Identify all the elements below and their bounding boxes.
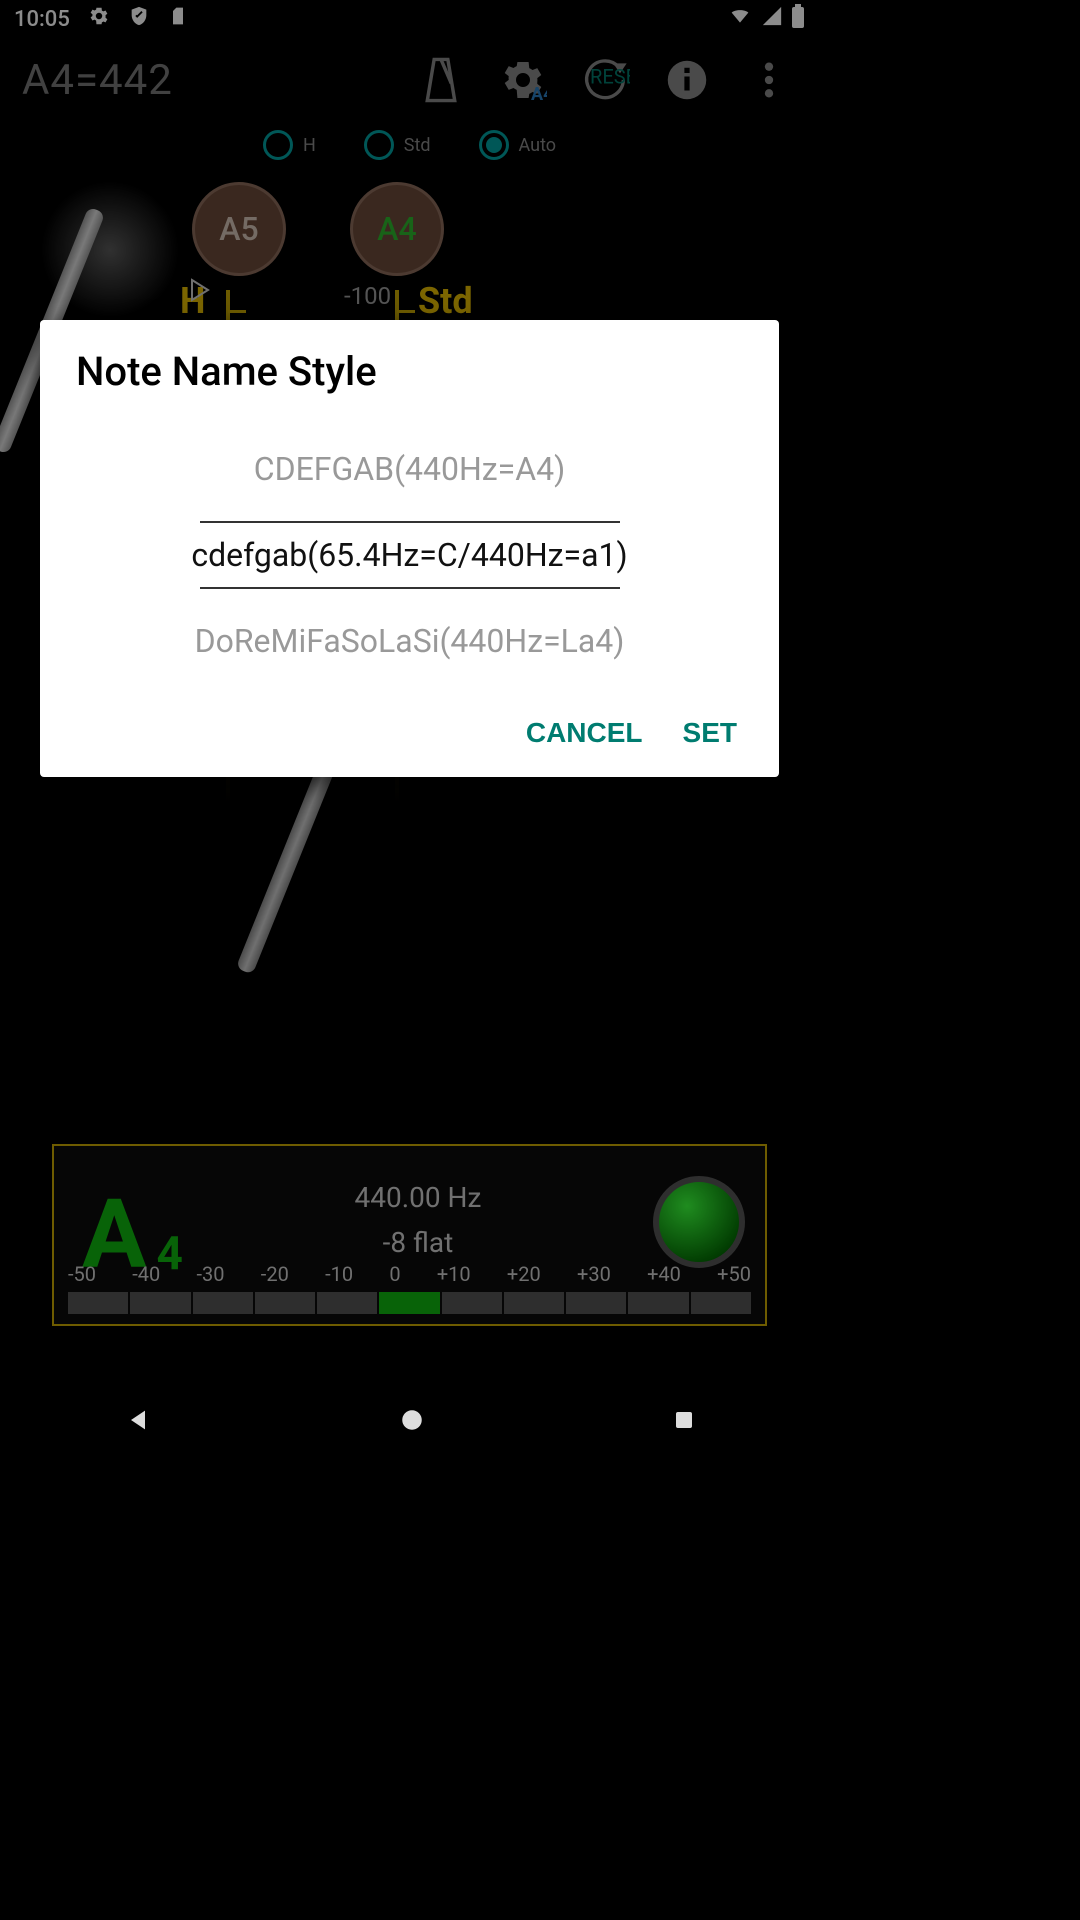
note-name-style-dialog: Note Name Style CDEFGAB(440Hz=A4) cdefga…: [40, 320, 779, 777]
recents-button[interactable]: [672, 1408, 696, 1436]
dialog-title: Note Name Style: [40, 348, 779, 415]
back-button[interactable]: [124, 1406, 152, 1438]
set-button[interactable]: SET: [683, 717, 737, 749]
cancel-button[interactable]: CANCEL: [526, 717, 643, 749]
picker-option-1[interactable]: cdefgab(65.4Hz=C/440Hz=a1): [200, 521, 620, 589]
navigation-bar: [0, 1388, 819, 1456]
dialog-picker[interactable]: CDEFGAB(440Hz=A4) cdefgab(65.4Hz=C/440Hz…: [40, 415, 779, 705]
home-button[interactable]: [399, 1407, 425, 1437]
picker-option-2[interactable]: DoReMiFaSoLaSi(440Hz=La4): [195, 607, 625, 675]
picker-option-0[interactable]: CDEFGAB(440Hz=A4): [254, 435, 565, 503]
